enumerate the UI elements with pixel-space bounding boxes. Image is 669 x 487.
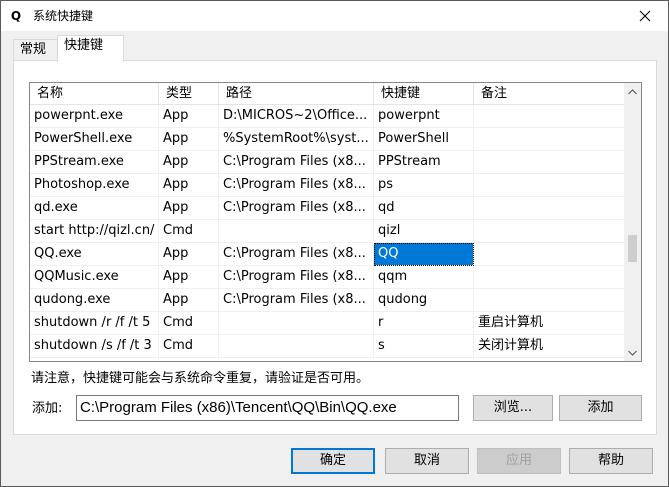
- window-title: 系统快捷键: [33, 9, 94, 23]
- cell-hotkey[interactable]: QQ: [374, 243, 474, 266]
- cell-note[interactable]: [474, 174, 626, 197]
- cell-name[interactable]: Photoshop.exe: [30, 174, 159, 197]
- cell-note[interactable]: [474, 105, 626, 128]
- cell-note[interactable]: [474, 128, 626, 151]
- table-row[interactable]: qd.exe App C:\Program Files (x8... qd: [30, 197, 626, 220]
- cell-path[interactable]: C:\Program Files (x8...: [219, 197, 374, 220]
- help-button[interactable]: 帮助: [569, 448, 653, 474]
- table-header: 名称 类型 路径 快捷键 备注: [30, 83, 626, 105]
- close-icon: [639, 10, 651, 22]
- cell-type[interactable]: Cmd: [159, 312, 219, 335]
- table-row[interactable]: qudong.exe App C:\Program Files (x8... qudo…: [30, 289, 626, 312]
- column-header-note[interactable]: 备注: [474, 83, 626, 105]
- table-row[interactable]: QQ.exe App C:\Program Files (x8... QQ: [30, 243, 626, 266]
- cell-note[interactable]: [474, 197, 626, 220]
- cell-type[interactable]: App: [159, 243, 219, 266]
- cell-hotkey[interactable]: powerpnt: [374, 105, 474, 128]
- cell-path[interactable]: C:\Program Files (x8...: [219, 174, 374, 197]
- table-row[interactable]: QQMusic.exe App C:\Program Files (x8... qqm: [30, 266, 626, 289]
- cell-name[interactable]: PowerShell.exe: [30, 128, 159, 151]
- cell-path[interactable]: C:\Program Files (x8...: [219, 151, 374, 174]
- cell-note[interactable]: [474, 289, 626, 312]
- cell-note[interactable]: 关闭计算机: [474, 335, 626, 358]
- cell-name[interactable]: qd.exe: [30, 197, 159, 220]
- cell-type[interactable]: App: [159, 197, 219, 220]
- cell-note[interactable]: 重启计算机: [474, 312, 626, 335]
- cell-name[interactable]: QQMusic.exe: [30, 266, 159, 289]
- cell-name[interactable]: shutdown /s /f /t 3: [30, 335, 159, 358]
- vertical-scrollbar[interactable]: [624, 83, 641, 361]
- cell-path[interactable]: C:\Program Files (x8...: [219, 243, 374, 266]
- column-header-type[interactable]: 类型: [159, 83, 219, 105]
- cell-name[interactable]: shutdown /r /f /t 5: [30, 312, 159, 335]
- tab-panel: 名称 类型 路径 快捷键 备注 powerpnt.exe App D:\MICROS…: [13, 60, 657, 435]
- cell-type[interactable]: App: [159, 266, 219, 289]
- scroll-thumb[interactable]: [628, 235, 637, 262]
- cell-name[interactable]: qudong.exe: [30, 289, 159, 312]
- cell-name[interactable]: PPStream.exe: [30, 151, 159, 174]
- title-bar[interactable]: Q 系统快捷键: [1, 1, 668, 31]
- table-row[interactable]: shutdown /s /f /t 3 Cmd s 关闭计算机: [30, 335, 626, 358]
- cell-hotkey[interactable]: ps: [374, 174, 474, 197]
- cell-hotkey[interactable]: r: [374, 312, 474, 335]
- tab-shortcuts[interactable]: 快捷键: [57, 35, 124, 62]
- cell-hotkey[interactable]: qd: [374, 197, 474, 220]
- shortcut-table[interactable]: 名称 类型 路径 快捷键 备注 powerpnt.exe App D:\MICROS…: [29, 82, 642, 362]
- warning-notice: 请注意，快捷键可能会与系统命令重复，请验证是否可用。: [31, 371, 370, 386]
- cell-type[interactable]: App: [159, 105, 219, 128]
- table-row[interactable]: shutdown /r /f /t 5 Cmd r 重启计算机: [30, 312, 626, 335]
- cell-note[interactable]: [474, 243, 626, 266]
- cell-path[interactable]: [219, 220, 374, 243]
- cell-hotkey[interactable]: s: [374, 335, 474, 358]
- cell-path[interactable]: C:\Program Files (x8...: [219, 289, 374, 312]
- column-header-hotkey[interactable]: 快捷键: [374, 83, 474, 105]
- add-button[interactable]: 添加: [559, 395, 642, 421]
- cell-type[interactable]: App: [159, 174, 219, 197]
- chevron-up-icon: [628, 88, 637, 94]
- apply-button[interactable]: 应用: [477, 448, 561, 474]
- cell-hotkey[interactable]: PPStream: [374, 151, 474, 174]
- column-header-path[interactable]: 路径: [219, 83, 374, 105]
- cell-type[interactable]: App: [159, 128, 219, 151]
- cell-name[interactable]: powerpnt.exe: [30, 105, 159, 128]
- cell-note[interactable]: [474, 266, 626, 289]
- cell-path[interactable]: C:\Program Files (x8...: [219, 266, 374, 289]
- cell-hotkey[interactable]: qqm: [374, 266, 474, 289]
- cell-note[interactable]: [474, 151, 626, 174]
- table-row[interactable]: PPStream.exe App C:\Program Files (x8... PP…: [30, 151, 626, 174]
- cell-hotkey[interactable]: PowerShell: [374, 128, 474, 151]
- table-row[interactable]: powerpnt.exe App D:\MICROS~2\Office... powe…: [30, 105, 626, 128]
- cell-type[interactable]: App: [159, 151, 219, 174]
- chevron-down-icon: [628, 350, 637, 356]
- close-button[interactable]: [622, 1, 668, 31]
- cancel-button[interactable]: 取消: [385, 448, 469, 474]
- scroll-down-button[interactable]: [624, 344, 641, 361]
- cell-hotkey[interactable]: qudong: [374, 289, 474, 312]
- app-icon: Q: [10, 9, 22, 23]
- cell-path[interactable]: [219, 335, 374, 358]
- column-header-name[interactable]: 名称: [30, 83, 159, 105]
- cell-type[interactable]: Cmd: [159, 220, 219, 243]
- add-label: 添加:: [32, 401, 63, 416]
- cell-path[interactable]: %SystemRoot%\syst...: [219, 128, 374, 151]
- table-row[interactable]: Photoshop.exe App C:\Program Files (x8... p…: [30, 174, 626, 197]
- tab-general[interactable]: 常规: [13, 39, 58, 61]
- cell-type[interactable]: Cmd: [159, 335, 219, 358]
- cell-note[interactable]: [474, 220, 626, 243]
- path-input[interactable]: C:\Program Files (x86)\Tencent\QQ\Bin\QQ…: [76, 395, 459, 421]
- browse-button[interactable]: 浏览...: [473, 395, 553, 421]
- cell-path[interactable]: D:\MICROS~2\Office...: [219, 105, 374, 128]
- scroll-up-button[interactable]: [624, 83, 641, 100]
- cell-name[interactable]: QQ.exe: [30, 243, 159, 266]
- ok-button[interactable]: 确定: [291, 448, 375, 474]
- cell-type[interactable]: App: [159, 289, 219, 312]
- table-row[interactable]: start http://qizl.cn/Cmd qizl: [30, 220, 626, 243]
- table-row[interactable]: PowerShell.exe App %SystemRoot%\syst... Pow…: [30, 128, 626, 151]
- cell-hotkey[interactable]: qizl: [374, 220, 474, 243]
- cell-name[interactable]: start http://qizl.cn/: [30, 220, 159, 243]
- shortcut-dialog: Q 系统快捷键 常规 快捷键 名称 类型 路径 快捷键 备注 powerpnt.…: [0, 0, 669, 487]
- cell-path[interactable]: [219, 312, 374, 335]
